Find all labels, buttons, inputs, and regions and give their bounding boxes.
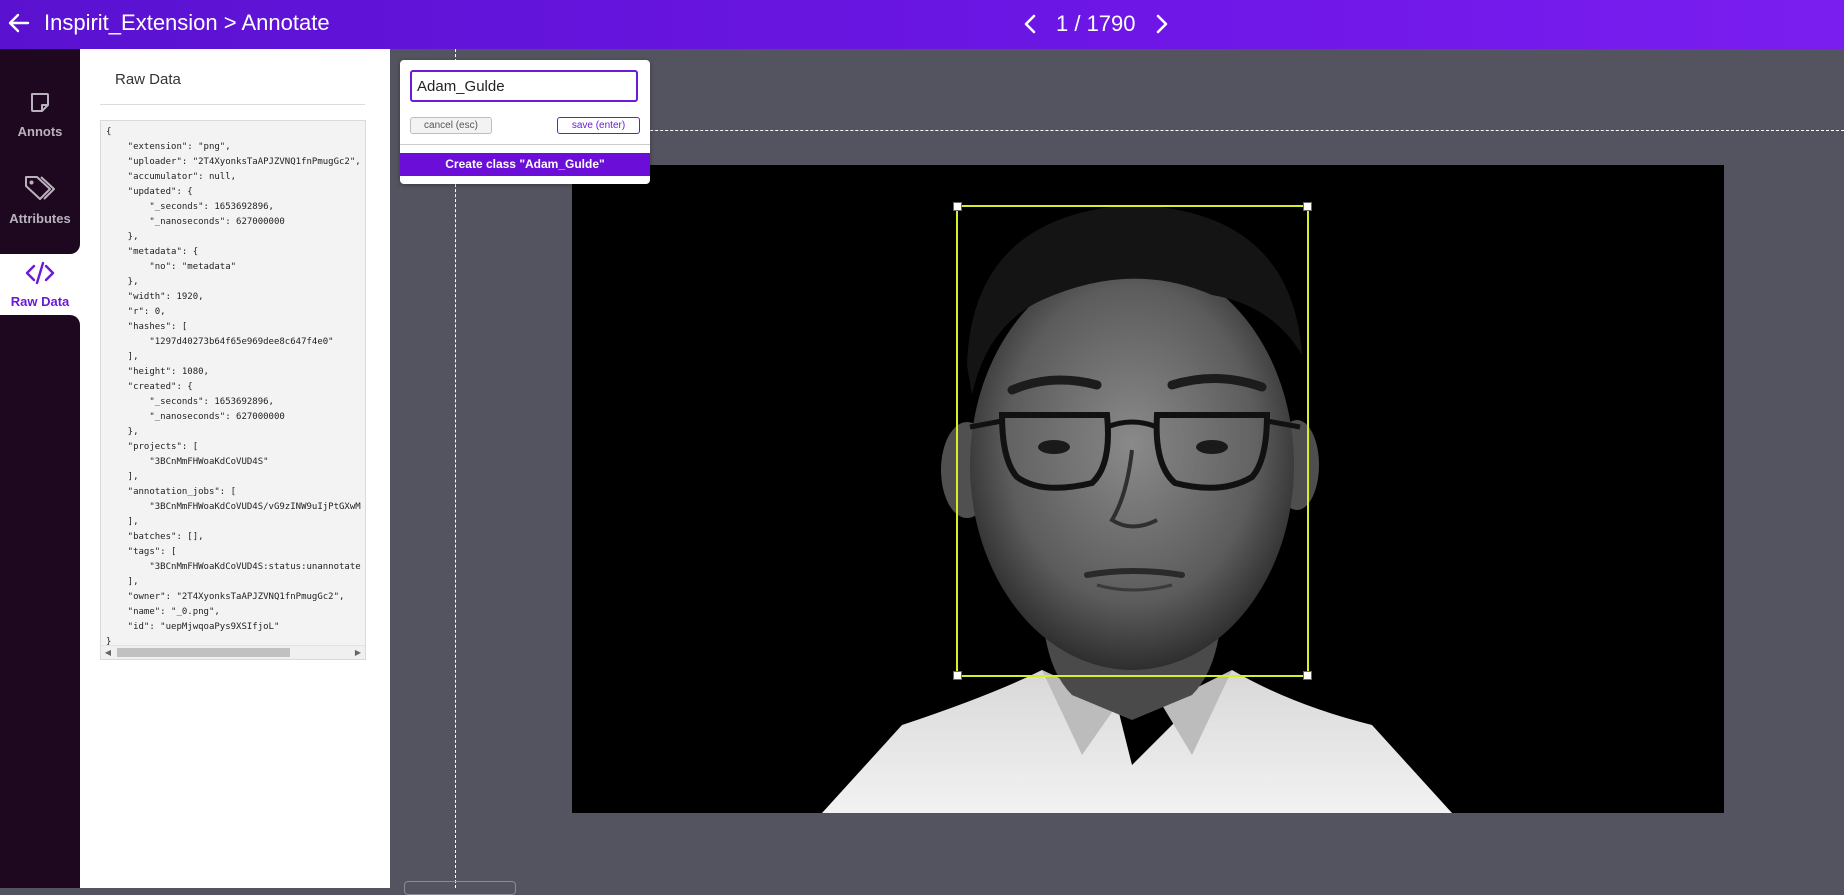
nav-item-raw-data[interactable]: Raw Data xyxy=(0,261,80,309)
resize-handle-bottom-left[interactable] xyxy=(953,671,962,680)
previous-image-icon[interactable] xyxy=(1018,9,1042,39)
class-name-input[interactable] xyxy=(410,70,638,102)
save-button[interactable]: save (enter) xyxy=(557,117,640,134)
raw-json-text: { "extension": "png", "uploader": "2T4Xy… xyxy=(106,127,361,647)
resize-handle-bottom-right[interactable] xyxy=(1303,671,1312,680)
left-nav: Annots Attributes Raw Data xyxy=(0,49,80,888)
raw-json-viewer[interactable]: { "extension": "png", "uploader": "2T4Xy… xyxy=(100,120,366,660)
resize-handle-top-left[interactable] xyxy=(953,202,962,211)
next-image-icon[interactable] xyxy=(1150,9,1174,39)
class-name-popup: cancel (esc) save (enter) Create class "… xyxy=(400,60,650,184)
nav-item-annots[interactable]: Annots xyxy=(0,91,80,139)
panel-title: Raw Data xyxy=(115,71,181,88)
horizontal-scrollbar[interactable]: ◀ ▶ xyxy=(101,645,365,659)
create-class-button[interactable]: Create class "Adam_Gulde" xyxy=(400,153,650,176)
scroll-left-icon[interactable]: ◀ xyxy=(101,646,115,659)
code-icon xyxy=(25,261,55,289)
nav-label: Attributes xyxy=(9,211,71,226)
back-arrow-icon[interactable] xyxy=(4,8,34,38)
divider xyxy=(400,144,650,145)
nav-label: Raw Data xyxy=(10,294,70,309)
bounding-box[interactable] xyxy=(953,202,1312,680)
bottom-toolbar-tab[interactable] xyxy=(404,881,516,895)
crosshair-horizontal xyxy=(455,130,1844,131)
top-bar: Inspirit_Extension > Annotate 1 / 1790 xyxy=(0,0,1844,49)
image-counter: 1 / 1790 xyxy=(1056,11,1136,36)
note-icon xyxy=(28,93,52,119)
scroll-right-icon[interactable]: ▶ xyxy=(351,646,365,659)
divider xyxy=(100,104,365,105)
cancel-button[interactable]: cancel (esc) xyxy=(410,117,492,134)
nav-item-attributes[interactable]: Attributes xyxy=(0,174,80,226)
image-pager: 1 / 1790 xyxy=(1018,9,1174,39)
tags-icon xyxy=(23,176,57,206)
scrollbar-thumb[interactable] xyxy=(117,648,290,657)
raw-data-panel: Raw Data { "extension": "png", "uploader… xyxy=(80,49,390,888)
nav-label: Annots xyxy=(17,124,63,139)
page-title: Inspirit_Extension > Annotate xyxy=(44,10,330,35)
resize-handle-top-right[interactable] xyxy=(1303,202,1312,211)
